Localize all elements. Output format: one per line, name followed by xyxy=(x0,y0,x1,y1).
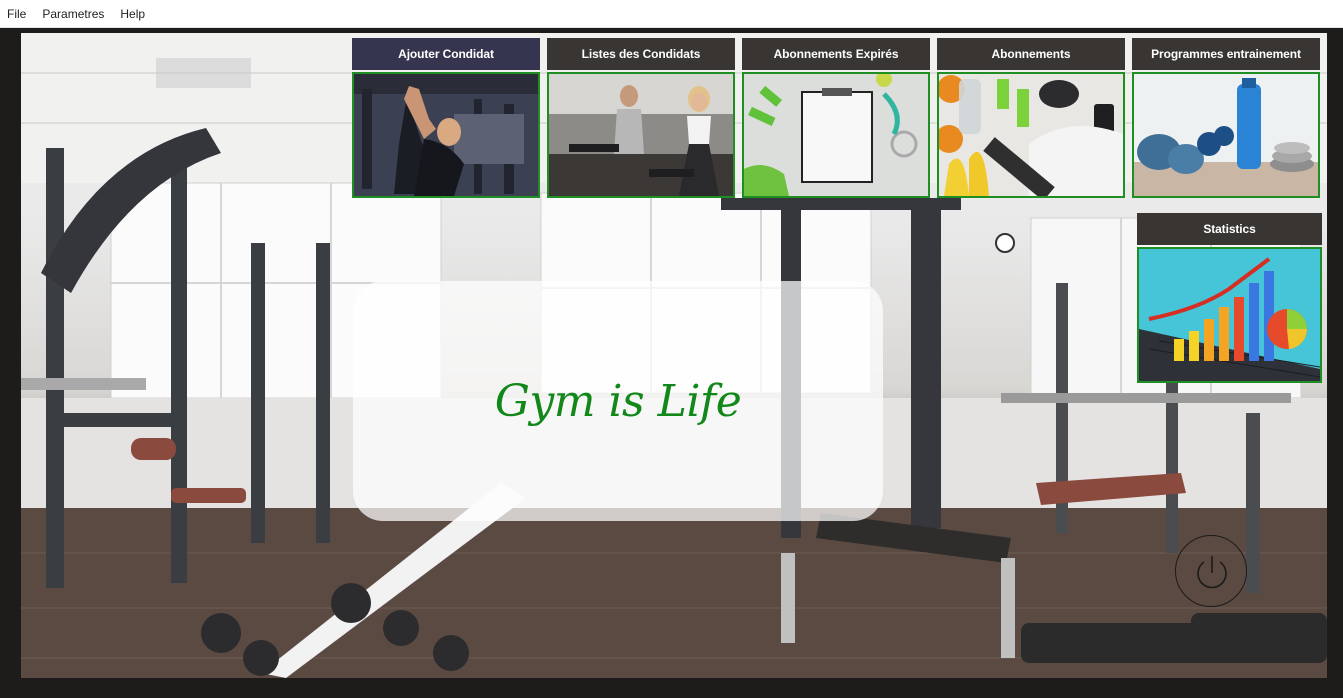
tile-programmes-entrainement[interactable]: Programmes entrainement xyxy=(1132,38,1320,198)
menu-file[interactable]: File xyxy=(0,0,35,28)
tile-ajouter-condidat[interactable]: Ajouter Condidat xyxy=(352,38,540,198)
couple-cardio-image[interactable] xyxy=(547,72,735,198)
menu-bar: File Parametres Help xyxy=(0,0,1343,28)
bottle-towel-weights-image[interactable] xyxy=(1132,72,1320,198)
menu-parametres[interactable]: Parametres xyxy=(35,0,113,28)
fruit-and-dumbbells-image[interactable] xyxy=(937,72,1125,198)
tile-listes-condidats[interactable]: Listes des Condidats xyxy=(547,38,735,198)
tile-abonnements-expires[interactable]: Abonnements Expirés xyxy=(742,38,930,198)
tile-statistics[interactable]: Statistics xyxy=(1137,213,1322,383)
tile-abonnements[interactable]: Abonnements xyxy=(937,38,1125,198)
power-icon xyxy=(1197,556,1227,589)
tile-programmes-entrainement-title[interactable]: Programmes entrainement xyxy=(1132,38,1320,70)
bar-chart-image[interactable] xyxy=(1137,247,1322,383)
tile-abonnements-title[interactable]: Abonnements xyxy=(937,38,1125,70)
motto-text: Gym is Life xyxy=(494,375,742,427)
tile-statistics-title[interactable]: Statistics xyxy=(1137,213,1322,245)
tile-abonnements-expires-title[interactable]: Abonnements Expirés xyxy=(742,38,930,70)
motto-card: Gym is Life xyxy=(353,281,883,521)
menu-help[interactable]: Help xyxy=(113,0,154,28)
tile-ajouter-condidat-title[interactable]: Ajouter Condidat xyxy=(352,38,540,70)
dumbbells-clipboard-image[interactable] xyxy=(742,72,930,198)
power-button[interactable] xyxy=(1175,535,1247,607)
man-training-image[interactable] xyxy=(352,72,540,198)
tile-listes-condidats-title[interactable]: Listes des Condidats xyxy=(547,38,735,70)
